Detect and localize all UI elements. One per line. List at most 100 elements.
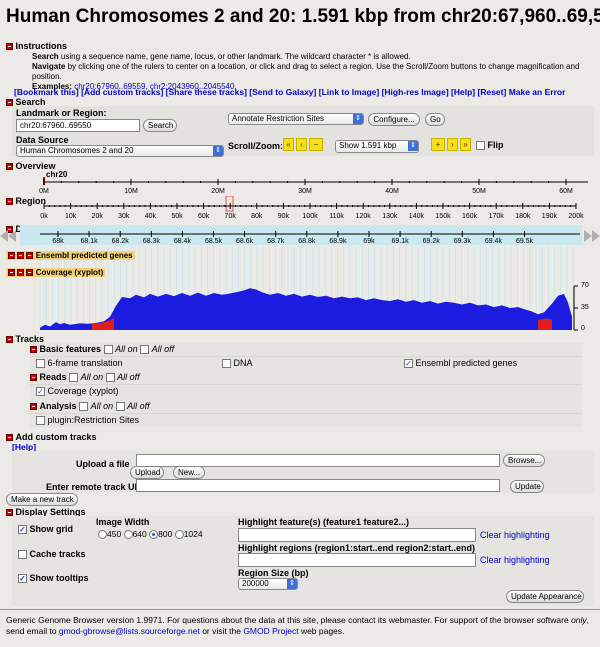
highlight-features-input[interactable] [238, 528, 476, 542]
width-800-label: 800 [158, 529, 173, 539]
coverage-checkbox[interactable]: ✓ [36, 387, 45, 397]
track-close-icon[interactable] [8, 252, 15, 260]
data-source-select[interactable]: Human Chromosomes 2 and 20 ⇕ [16, 145, 224, 157]
new-button[interactable]: New... [173, 466, 205, 479]
collapse-icon[interactable] [6, 43, 13, 51]
details-tick-label: 68.1k [81, 238, 99, 245]
footer-email-link[interactable]: gmod-gbrowse@lists.sourceforge.net [59, 626, 200, 636]
reads-all-on-checkbox[interactable] [69, 373, 79, 383]
make-error-link[interactable]: Make an Error [509, 87, 566, 97]
add-custom-tracks-link[interactable]: [Add custom tracks] [81, 87, 163, 97]
collapse-icon[interactable] [30, 374, 37, 382]
overview-tick-label: 30M [298, 188, 312, 195]
update-appearance-button[interactable]: Update Appearance [506, 590, 584, 603]
six-frame-item[interactable]: 6-frame translation [36, 358, 123, 369]
reset-link[interactable]: [Reset] [478, 87, 507, 97]
flip-control[interactable]: Flip [476, 140, 504, 151]
zoom-in-icon[interactable]: + [431, 138, 445, 151]
configure-button[interactable]: Configure... [368, 113, 420, 126]
collapse-icon[interactable] [6, 434, 13, 442]
browse-button[interactable]: Browse... [503, 454, 545, 467]
width-640-option[interactable]: 640 [123, 529, 147, 540]
region-tick-label: 170k [489, 213, 505, 220]
region-tick-label: 190k [542, 213, 558, 220]
dropdown-arrow-icon: ⇕ [408, 141, 418, 151]
highlight-regions-input[interactable] [238, 553, 476, 567]
width-1024-radio[interactable] [174, 530, 184, 540]
ensembl-item[interactable]: ✓ Ensembl predicted genes [404, 358, 517, 369]
bookmark-link[interactable]: [Bookmark this] [14, 87, 79, 97]
six-frame-checkbox[interactable] [36, 359, 45, 369]
analysis-all-off-checkbox[interactable] [115, 402, 125, 412]
region-size-select[interactable]: 200000 ⇕ [238, 578, 298, 590]
track-config-icon[interactable] [17, 269, 25, 277]
width-640-radio[interactable] [123, 530, 133, 540]
collapse-icon[interactable] [30, 346, 37, 354]
go-button[interactable]: Go [425, 113, 445, 126]
details-panel[interactable]: 68k 68.1k 68.2k 68.3k 68.4k 68.5k 68.6k 68.7k 68… [0, 222, 600, 336]
basic-features-list: 6-frame translation DNA ✓ Ensembl predic… [30, 356, 582, 370]
details-tick-label: 69.5k [516, 238, 534, 245]
collapse-icon[interactable] [6, 336, 13, 344]
upload-label: Upload a file [76, 459, 130, 469]
width-450-radio[interactable] [98, 530, 107, 540]
width-800-radio[interactable] [149, 530, 159, 540]
high-res-link[interactable]: [High-res Image] [382, 87, 449, 97]
region-ruler[interactable]: 0k 10k 20k 30k 40k 50k 60k 70k 80k 90k 100k 110k 120… [0, 196, 600, 222]
details-tick-label: 68.6k [236, 238, 254, 245]
dna-checkbox[interactable] [222, 359, 231, 369]
zoom-select-value: Show 1.591 kbp [339, 141, 397, 150]
coverage-item[interactable]: ✓ Coverage (xyplot) [36, 386, 119, 397]
upload-button[interactable]: Upload [130, 466, 164, 479]
details-tick-label: 69k [363, 238, 375, 245]
show-grid-checkbox[interactable]: ✓ [18, 525, 27, 535]
reads-all-off-checkbox[interactable] [105, 373, 115, 383]
track-close-icon[interactable] [8, 269, 15, 277]
ensembl-checkbox[interactable]: ✓ [404, 359, 413, 369]
all-off-checkbox[interactable] [140, 345, 150, 355]
coverage-low-right [538, 318, 552, 330]
region-tick-label: 90k [278, 213, 290, 220]
width-1024-option[interactable]: 1024 [174, 529, 203, 540]
cache-tracks-option[interactable]: Cache tracks [18, 549, 86, 560]
scroll-far-left-icon[interactable]: « [283, 138, 294, 151]
clear-highlight-features-link[interactable]: Clear highlighting [480, 530, 550, 540]
details-tick-label: 68.2k [112, 238, 130, 245]
track-info-icon[interactable] [26, 269, 34, 277]
footer-gmod-link[interactable]: GMOD Project [243, 626, 298, 636]
coverage-plot [40, 288, 572, 330]
flip-checkbox[interactable] [476, 141, 485, 151]
send-galaxy-link[interactable]: [Send to Galaxy] [249, 87, 316, 97]
analysis-all-on-checkbox[interactable] [79, 402, 89, 412]
remote-url-input[interactable] [136, 479, 500, 492]
share-tracks-link[interactable]: [Share these tracks] [166, 87, 247, 97]
zoom-out-icon[interactable]: − [309, 138, 323, 151]
collapse-icon[interactable] [30, 403, 37, 411]
show-tooltips-option[interactable]: ✓ Show tooltips [18, 573, 89, 584]
link-to-image-link[interactable]: [Link to Image] [319, 87, 379, 97]
help-link[interactable]: [Help] [451, 87, 475, 97]
scroll-left-icon[interactable]: ‹ [296, 138, 307, 151]
track-info-icon[interactable] [26, 252, 34, 260]
overview-tick-label: 40M [385, 188, 399, 195]
update-button[interactable]: Update [510, 480, 544, 493]
make-new-track-button[interactable]: Make a new track [6, 493, 78, 506]
width-450-option[interactable]: 450 [98, 529, 121, 540]
show-tooltips-checkbox[interactable]: ✓ [18, 574, 27, 584]
show-grid-option[interactable]: ✓ Show grid [18, 524, 73, 535]
cache-tracks-checkbox[interactable] [18, 550, 27, 560]
dna-item[interactable]: DNA [222, 358, 253, 369]
scroll-far-right-icon[interactable]: » [460, 138, 471, 151]
scroll-right-icon[interactable]: › [447, 138, 458, 151]
landmark-input[interactable]: chr20:67960..69550 [16, 119, 140, 132]
track-config-icon[interactable] [17, 252, 25, 260]
clear-highlight-regions-link[interactable]: Clear highlighting [480, 555, 550, 565]
width-640-label: 640 [132, 529, 147, 539]
search-button[interactable]: Search [143, 119, 177, 132]
plugin-select[interactable]: Annotate Restriction Sites ⇕ [228, 113, 364, 125]
restriction-item[interactable]: plugin:Restriction Sites [36, 415, 139, 426]
all-on-checkbox[interactable] [103, 345, 113, 355]
zoom-select[interactable]: Show 1.591 kbp ⇕ [335, 140, 419, 153]
width-800-option[interactable]: 800 [149, 529, 173, 540]
restriction-checkbox[interactable] [36, 416, 45, 426]
